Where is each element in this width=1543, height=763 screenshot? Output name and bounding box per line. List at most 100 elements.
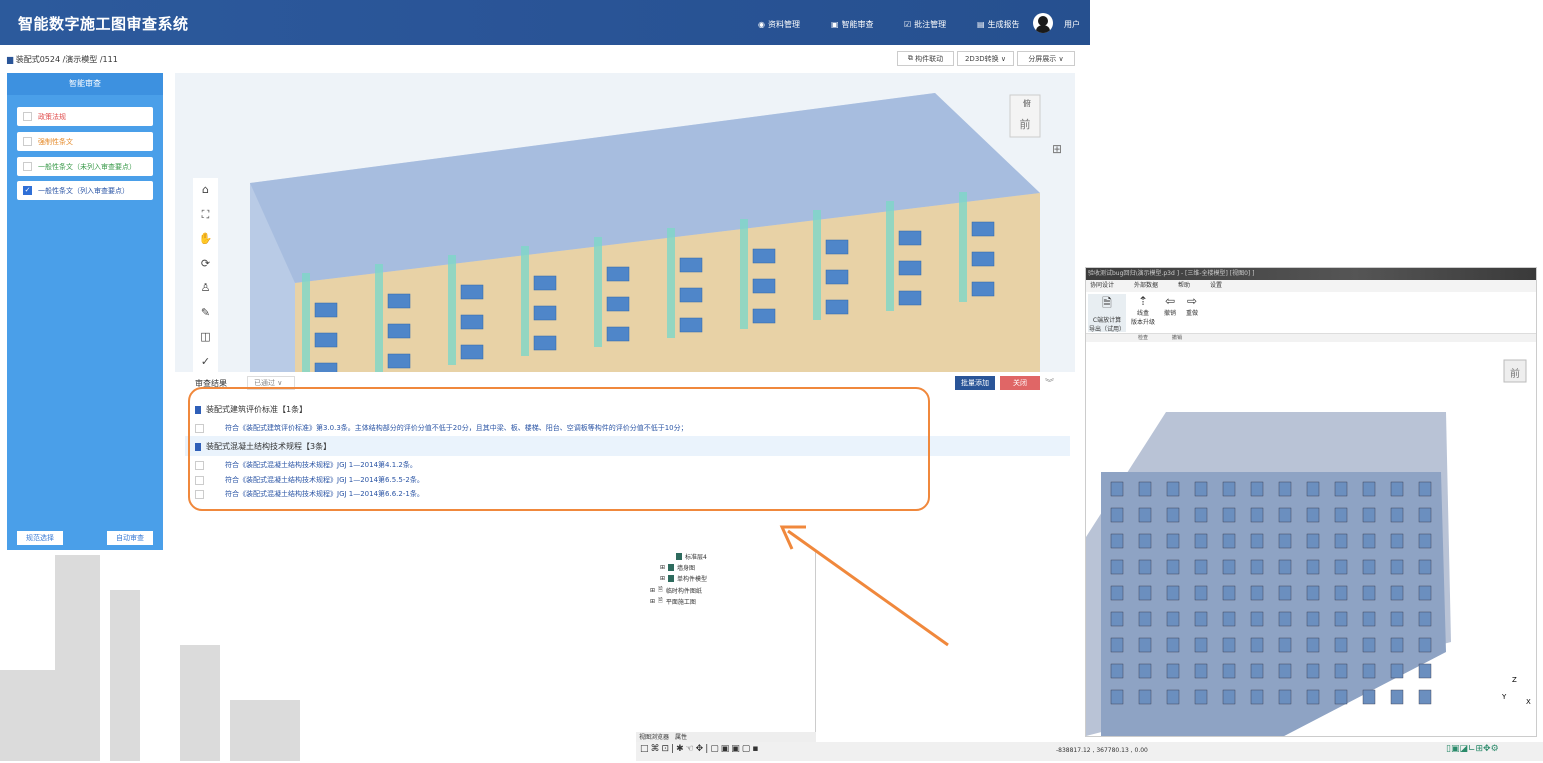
chevron-down-icon: ∨	[998, 54, 1007, 63]
window	[1418, 663, 1432, 679]
filter-mandatory[interactable]: 强制性条文	[17, 132, 153, 151]
checkbox-checked[interactable]: ✓	[23, 186, 32, 195]
menu-settings[interactable]: 设置	[1210, 280, 1222, 292]
window	[1362, 559, 1376, 575]
upgrade-button[interactable]: ⇡ 线盒 版本升级	[1130, 294, 1156, 326]
check-icon[interactable]: ✓	[193, 350, 218, 375]
component-link-button[interactable]: ⧉ 构件联动	[897, 51, 954, 66]
window	[1418, 611, 1432, 627]
window	[1222, 507, 1236, 523]
window	[1222, 637, 1236, 653]
auto-review-button[interactable]: 自动审查	[107, 531, 153, 545]
axis-z-label: Z	[1512, 676, 1517, 684]
tab-properties[interactable]: 属性	[675, 732, 687, 742]
3d-model-viewer[interactable]: 前 俯 ⊞	[175, 73, 1075, 372]
grid-icon[interactable]: ⊞	[1052, 142, 1062, 156]
window	[1250, 559, 1264, 575]
window	[1306, 637, 1320, 653]
window	[752, 278, 776, 294]
nav-data-management[interactable]: ◉ 资料管理	[758, 19, 800, 30]
tree-item[interactable]: ⊞ 墙身图	[660, 563, 695, 572]
window	[1194, 663, 1208, 679]
pan-hand-icon[interactable]: ✋	[193, 227, 218, 252]
window	[1250, 637, 1264, 653]
user-name[interactable]: 用户	[1064, 19, 1080, 30]
upgrade-icon: ⇡	[1137, 294, 1149, 308]
window	[1222, 559, 1236, 575]
fit-view-icon[interactable]: ⛶	[193, 203, 218, 228]
link-icon: ⧉	[907, 54, 916, 62]
window	[825, 299, 849, 315]
folder-icon: ▆	[7, 55, 16, 64]
measure-icon[interactable]: ✎	[193, 301, 218, 326]
document-icon: 🗎	[1102, 296, 1112, 310]
tree-item[interactable]: ⊞ 单构件模型	[660, 574, 707, 583]
window	[1194, 507, 1208, 523]
avatar[interactable]	[1033, 13, 1053, 33]
column	[302, 273, 310, 372]
axis-y-label: Y	[1501, 693, 1507, 701]
window	[1390, 663, 1404, 679]
nav-report[interactable]: ▤ 生成报告	[977, 19, 1020, 30]
window	[1418, 481, 1432, 497]
window	[1334, 637, 1348, 653]
filter-general-unlisted[interactable]: 一般性条文（未列入审查要点）	[17, 157, 153, 176]
display-mode-icons[interactable]: ▯▣◪∟⊞✥⚙	[1446, 744, 1499, 754]
menu-external[interactable]: 外部数据	[1134, 280, 1158, 292]
window	[1222, 663, 1236, 679]
split-view-dropdown[interactable]: 分屏展示 ∨	[1017, 51, 1075, 66]
undo-button[interactable]: ⇦ 撤销	[1160, 294, 1180, 317]
window	[1110, 481, 1124, 497]
review-sidebar: 智能审查 政策法规 强制性条文 一般性条文（未列入审查要点） ✓ 一般性条文（列入…	[7, 73, 163, 550]
window	[825, 239, 849, 255]
building-model[interactable]: 前 俯 ⊞	[175, 73, 1075, 372]
export-calc-button[interactable]: 🗎 C端放计算 导出（试用）	[1088, 294, 1126, 333]
filter-general-listed[interactable]: ✓ 一般性条文（列入审查要点）	[17, 181, 153, 200]
redo-button[interactable]: ⇨ 重做	[1182, 294, 1202, 317]
coordinates-readout: -838817.12 , 367780.13 , 0.00	[1056, 747, 1148, 754]
batch-add-button[interactable]: 批量添加	[955, 376, 995, 390]
menu-help[interactable]: 帮助	[1178, 280, 1190, 292]
window	[1362, 637, 1376, 653]
window	[1110, 533, 1124, 549]
window	[1306, 585, 1320, 601]
window	[1306, 559, 1320, 575]
checkbox[interactable]	[23, 112, 32, 121]
window	[1138, 507, 1152, 523]
tree-item[interactable]: ⊞ 🗎 平面施工图	[650, 596, 696, 606]
collapse-icon[interactable]: ︾	[1045, 376, 1054, 389]
spec-select-button[interactable]: 规范选择	[17, 531, 63, 545]
window	[1138, 481, 1152, 497]
column	[813, 210, 821, 320]
cad-3d-viewport[interactable]: 前 Z Y X	[1086, 342, 1536, 736]
window	[460, 314, 484, 330]
viewcube-top-label: 俯	[1023, 98, 1031, 108]
window	[1278, 533, 1292, 549]
nav-smart-review[interactable]: ▣ 智能审查	[831, 19, 874, 30]
orbit-icon[interactable]: ⟳	[193, 252, 218, 277]
checkbox[interactable]	[23, 162, 32, 171]
home-icon[interactable]: ⌂	[193, 178, 218, 203]
window	[533, 275, 557, 291]
menu-collab[interactable]: 协同设计	[1090, 280, 1114, 292]
window	[1194, 611, 1208, 627]
tree-item[interactable]: ⊞ 🗎 临时构件图纸	[650, 585, 702, 595]
2d3d-convert-dropdown[interactable]: 2D3D转换 ∨	[957, 51, 1014, 66]
person-icon[interactable]: ♙	[193, 276, 218, 301]
window	[460, 284, 484, 300]
filter-policy[interactable]: 政策法规	[17, 107, 153, 126]
window	[1138, 689, 1152, 705]
close-button[interactable]: 关闭	[1000, 376, 1040, 390]
tree-item[interactable]: 标准层4	[676, 552, 707, 561]
section-icon[interactable]: ◫	[193, 325, 218, 350]
nav-annotation[interactable]: ☑ 批注管理	[904, 19, 946, 30]
view-tools-icons[interactable]: □⌘⊡|✱☜✥|▢▣▣▢▪	[640, 744, 760, 754]
layer-icon	[668, 575, 675, 582]
window	[1222, 611, 1236, 627]
tab-view-browser[interactable]: 视图浏览器	[639, 732, 669, 742]
checkbox[interactable]	[23, 137, 32, 146]
window	[679, 317, 703, 333]
window	[1362, 689, 1376, 705]
window	[1390, 585, 1404, 601]
window	[1110, 637, 1124, 653]
